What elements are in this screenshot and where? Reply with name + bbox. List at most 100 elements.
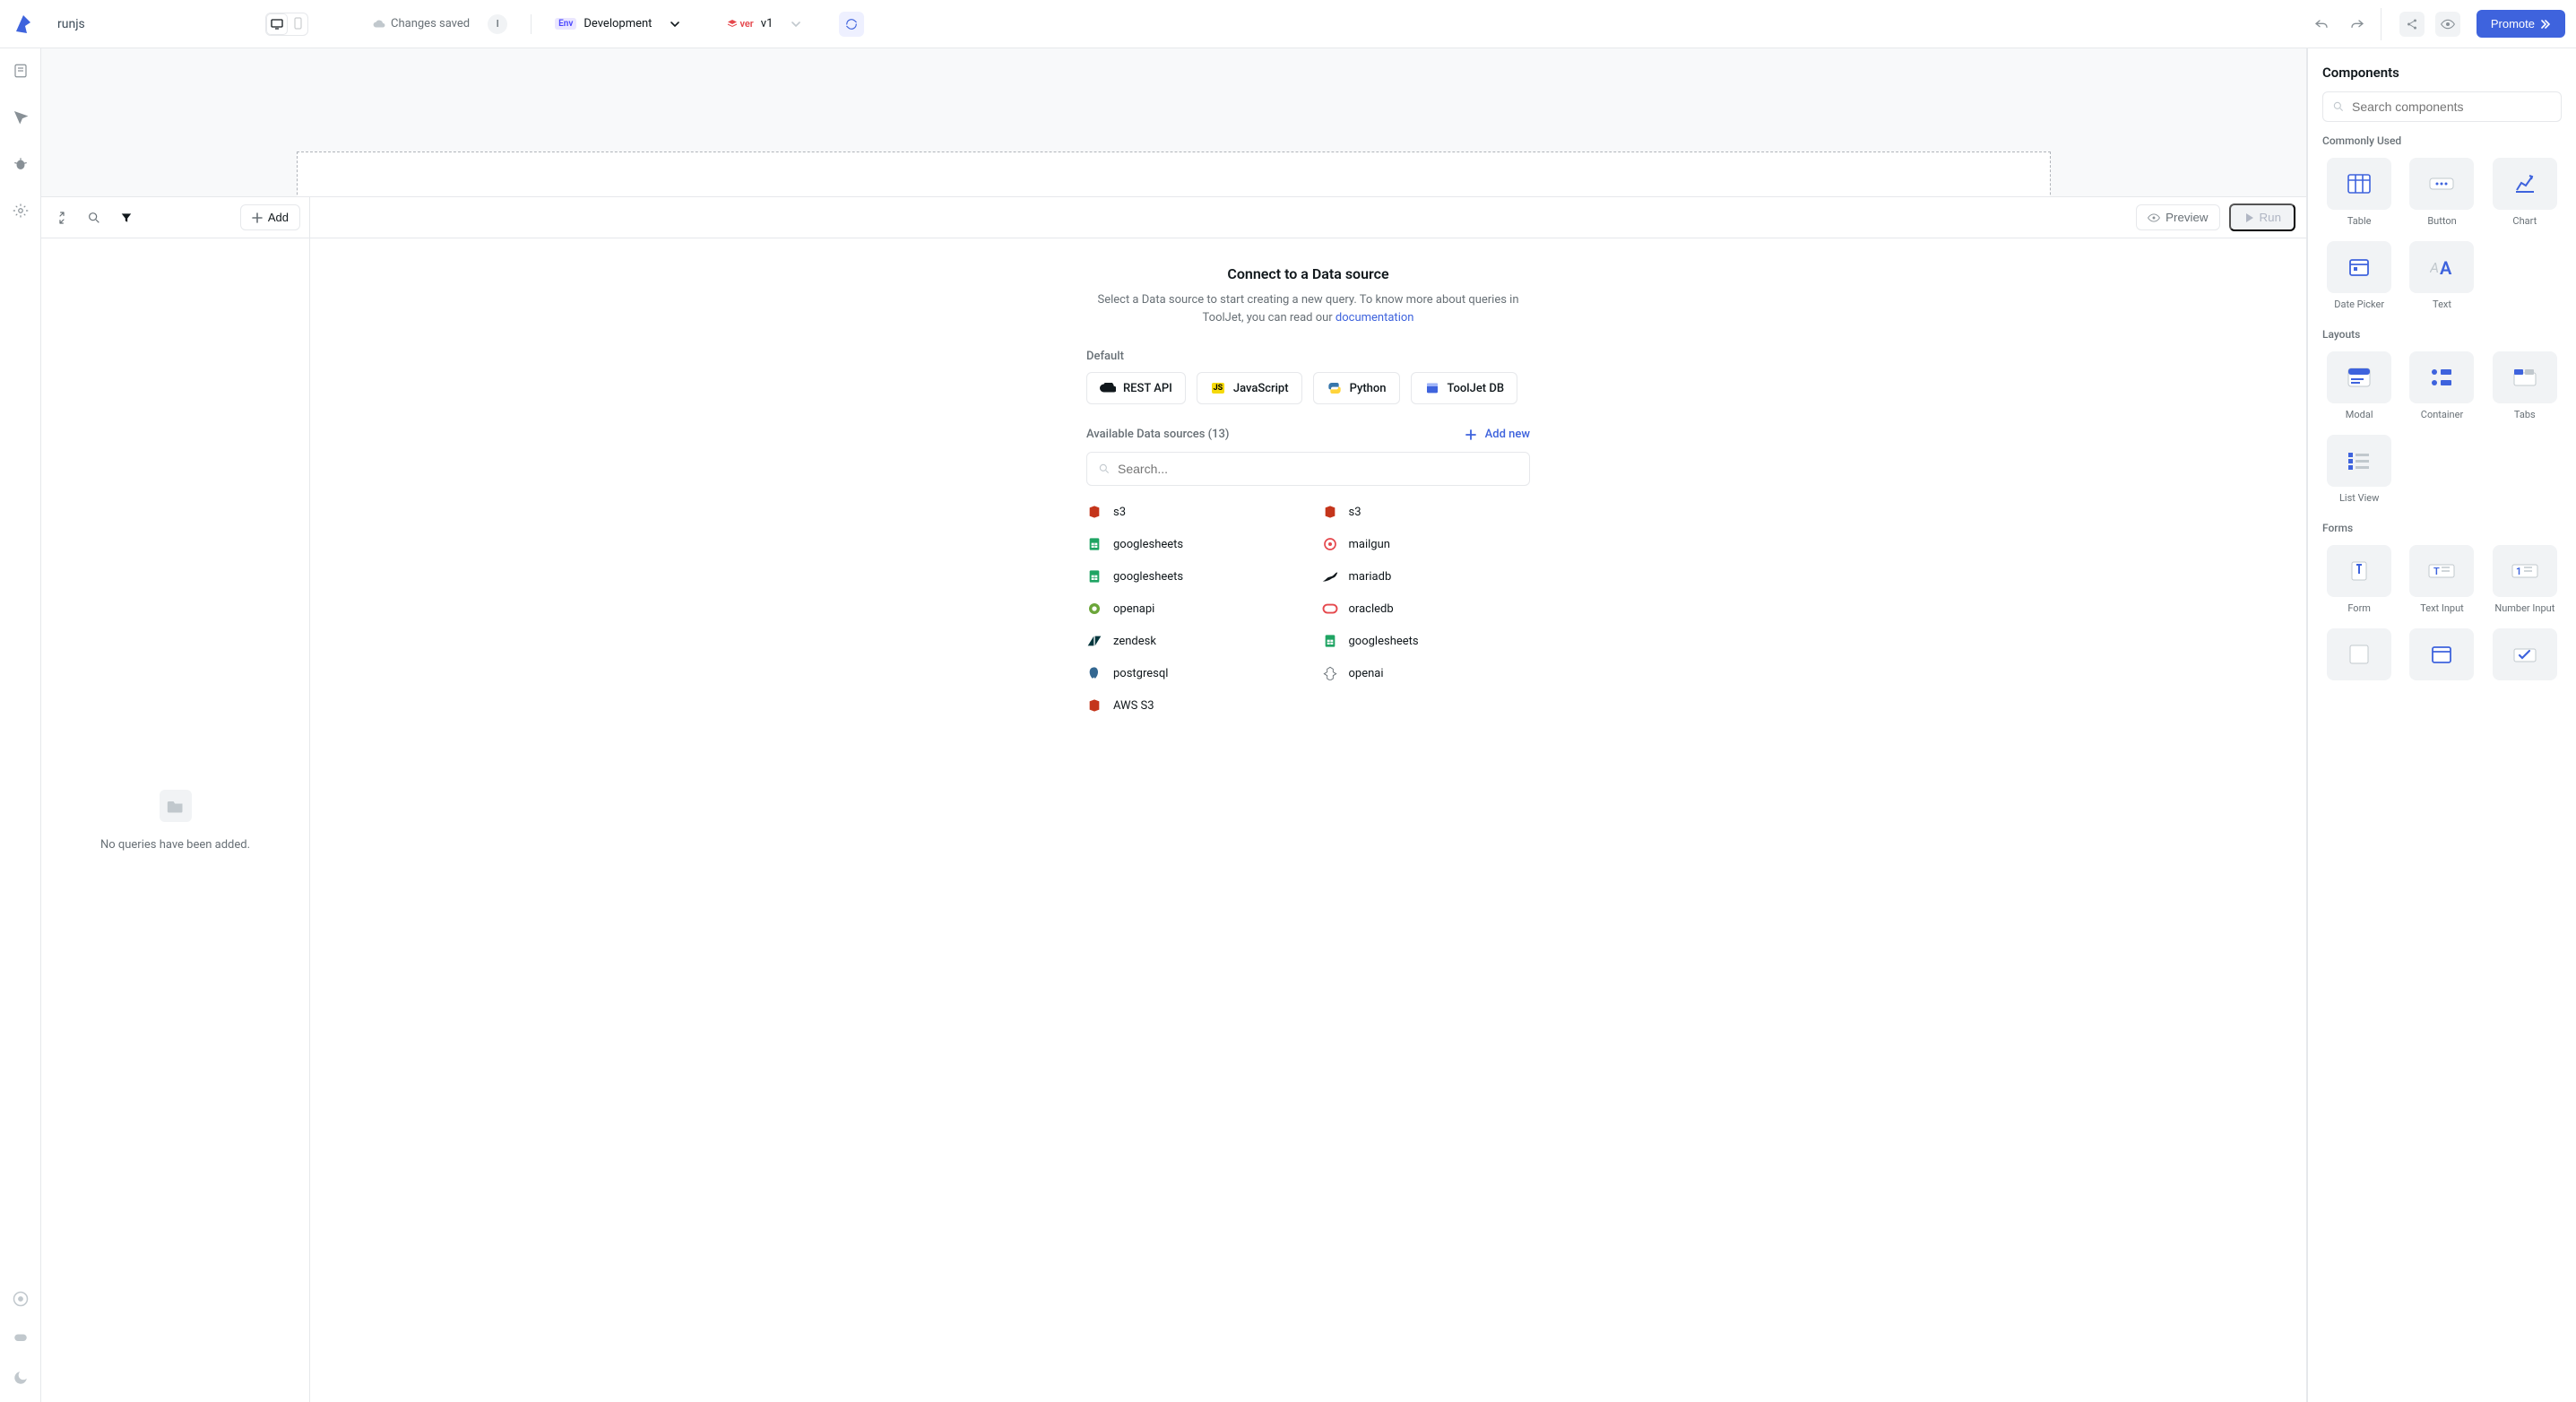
component-tabs[interactable]: Tabs xyxy=(2488,351,2562,420)
component-more2[interactable] xyxy=(2405,628,2478,686)
plus-icon xyxy=(252,212,263,223)
ds-default-tooljetdb[interactable]: ToolJet DB xyxy=(1411,372,1518,404)
ds-default-restapi[interactable]: REST API xyxy=(1086,372,1186,404)
search-ds-input[interactable] xyxy=(1086,452,1530,486)
version-badge-icon: ver xyxy=(727,18,753,30)
svg-text:A: A xyxy=(2430,259,2439,276)
add-new-ds-button[interactable]: Add new xyxy=(1465,428,1530,441)
query-editor: Preview Run Connect to a Data source Sel… xyxy=(310,197,2306,1402)
inspector-icon[interactable] xyxy=(11,108,30,127)
ds-default-python[interactable]: Python xyxy=(1313,372,1400,404)
user-avatar[interactable]: I xyxy=(488,14,507,34)
settings-icon[interactable] xyxy=(11,201,30,221)
components-title: Components xyxy=(2308,48,2576,91)
logo-icon[interactable] xyxy=(11,12,36,37)
component-button[interactable]: Button xyxy=(2405,158,2478,227)
query-panel: Add No queries have been added. Preview xyxy=(41,196,2306,1402)
desktop-toggle[interactable] xyxy=(267,14,287,34)
preview-app-button[interactable] xyxy=(2435,12,2460,37)
components-search[interactable] xyxy=(2322,91,2562,122)
components-search-field[interactable] xyxy=(2352,100,2552,114)
component-numberinput[interactable]: 1Number Input xyxy=(2488,545,2562,614)
components-section-label: Forms xyxy=(2308,522,2576,540)
env-selector[interactable]: Env Development xyxy=(555,17,680,30)
ds-default-js[interactable]: JSJavaScript xyxy=(1197,372,1302,404)
query-list-panel: Add No queries have been added. xyxy=(41,197,310,1402)
ds-item-gsheets[interactable]: googlesheets xyxy=(1086,568,1295,584)
component-container[interactable]: Container xyxy=(2405,351,2478,420)
component-more3[interactable] xyxy=(2488,628,2562,686)
component-more1[interactable] xyxy=(2322,628,2396,686)
ds-item-mariadb[interactable]: mariadb xyxy=(1322,568,1531,584)
default-ds-row: REST API JSJavaScript Python ToolJet DB xyxy=(1086,372,1530,404)
ds-item-gsheets[interactable]: googlesheets xyxy=(1086,536,1295,552)
ds-item-mailgun[interactable]: mailgun xyxy=(1322,536,1531,552)
env-badge-icon: Env xyxy=(555,18,576,30)
undo-button[interactable] xyxy=(2309,12,2334,37)
chevron-down-icon xyxy=(791,19,801,30)
ds-item-s3[interactable]: s3 xyxy=(1086,504,1295,520)
component-text[interactable]: AAText xyxy=(2405,241,2478,310)
promote-button[interactable]: Promote xyxy=(2477,10,2565,38)
search-icon[interactable] xyxy=(82,206,106,229)
component-chart[interactable]: Chart xyxy=(2488,158,2562,227)
ds-subtitle: Select a Data source to start creating a… xyxy=(1086,291,1530,326)
svg-text:T: T xyxy=(2433,566,2440,577)
ds-item-openai[interactable]: openai xyxy=(1322,665,1531,681)
save-status: Changes saved xyxy=(373,17,470,30)
dark-mode-icon[interactable] xyxy=(11,1368,30,1388)
center-area: Add No queries have been added. Preview xyxy=(41,48,2307,1402)
run-button[interactable]: Run xyxy=(2229,203,2295,231)
components-panel: Components Commonly UsedTableButtonChart… xyxy=(2307,48,2576,1402)
ds-item-zendesk[interactable]: zendesk xyxy=(1086,633,1295,649)
svg-text:1: 1 xyxy=(2516,566,2521,577)
refresh-button[interactable] xyxy=(839,12,864,37)
support-icon[interactable] xyxy=(11,1289,30,1309)
default-label: Default xyxy=(1086,350,1530,363)
component-table[interactable]: Table xyxy=(2322,158,2396,227)
component-listview[interactable]: List View xyxy=(2322,435,2396,504)
preview-button[interactable]: Preview xyxy=(2136,204,2219,230)
components-section-label: Layouts xyxy=(2308,328,2576,346)
ds-title: Connect to a Data source xyxy=(1086,265,1530,282)
canvas[interactable] xyxy=(41,48,2306,196)
search-ds-field[interactable] xyxy=(1118,462,1518,476)
mobile-toggle[interactable] xyxy=(288,13,307,33)
svg-text:A: A xyxy=(2440,258,2452,276)
ds-item-postgresql[interactable]: postgresql xyxy=(1086,665,1295,681)
redo-button[interactable] xyxy=(2345,12,2370,37)
env-name-label: Development xyxy=(583,17,652,30)
component-datepicker[interactable]: Date Picker xyxy=(2322,241,2396,310)
left-rail xyxy=(0,48,41,1402)
query-list-toolbar: Add xyxy=(41,197,309,238)
pages-icon[interactable] xyxy=(11,61,30,81)
search-icon xyxy=(1098,463,1111,475)
collapse-icon[interactable] xyxy=(50,206,73,229)
play-icon xyxy=(2243,212,2254,223)
ds-item-oracledb[interactable]: oracledb xyxy=(1322,601,1531,617)
ds-item-openapi[interactable]: openapi xyxy=(1086,601,1295,617)
component-textinput[interactable]: TText Input xyxy=(2405,545,2478,614)
query-editor-toolbar: Preview Run xyxy=(310,197,2306,238)
top-bar: runjs Changes saved I Env Development ve… xyxy=(0,0,2576,48)
ds-item-s3[interactable]: s3 xyxy=(1322,504,1531,520)
filter-icon[interactable] xyxy=(115,206,138,229)
app-name[interactable]: runjs xyxy=(57,17,255,31)
eye-icon xyxy=(2148,212,2160,223)
component-form[interactable]: Form xyxy=(2322,545,2396,614)
empty-text: No queries have been added. xyxy=(100,838,250,852)
add-query-button[interactable]: Add xyxy=(240,204,300,230)
component-modal[interactable]: Modal xyxy=(2322,351,2396,420)
ds-item-gsheets[interactable]: googlesheets xyxy=(1322,633,1531,649)
canvas-frame[interactable] xyxy=(297,151,2051,196)
chevron-right-icon xyxy=(2540,20,2551,29)
comments-icon[interactable] xyxy=(11,1328,30,1348)
debugger-icon[interactable] xyxy=(11,154,30,174)
device-toggle xyxy=(265,13,308,36)
chevron-down-icon xyxy=(670,19,680,30)
version-selector[interactable]: ver v1 xyxy=(727,17,801,30)
share-button[interactable] xyxy=(2399,12,2425,37)
documentation-link[interactable]: documentation xyxy=(1336,311,1414,325)
search-icon xyxy=(2332,100,2345,113)
ds-item-s3_aws[interactable]: AWS S3 xyxy=(1086,697,1295,714)
